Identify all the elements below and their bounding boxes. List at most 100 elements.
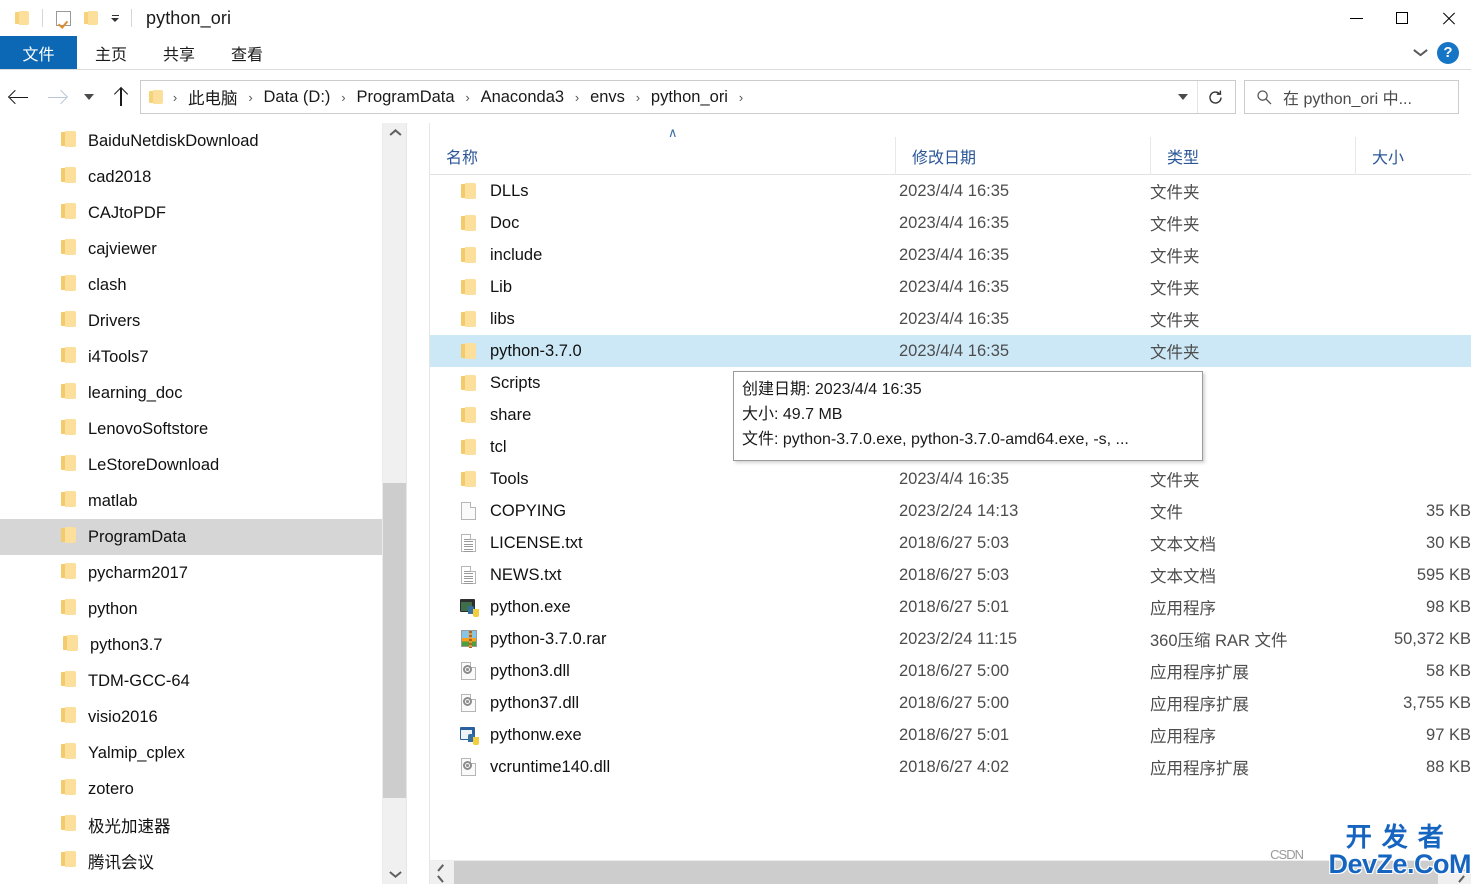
nav-tree-item[interactable]: clash: [0, 267, 406, 303]
nav-scroll-thumb[interactable]: [383, 483, 406, 798]
nav-tree-item[interactable]: Yalmip_cplex: [0, 735, 406, 771]
help-icon[interactable]: ?: [1437, 41, 1459, 64]
file-name: DLLs: [490, 181, 529, 200]
nav-tree-item[interactable]: zotero: [0, 771, 406, 807]
recent-locations-icon[interactable]: [76, 71, 102, 123]
title-bar: python_ori: [0, 0, 1471, 36]
nav-tree-item[interactable]: TDM-GCC-64: [0, 663, 406, 699]
nav-tree-item-label: LeStoreDownload: [88, 455, 220, 474]
breadcrumb-item-python-ori[interactable]: python_ori: [645, 86, 734, 109]
file-name: include: [490, 245, 543, 264]
file-row[interactable]: include 2023/4/4 16:35 文件夹: [430, 239, 1471, 271]
nav-tree-item[interactable]: pycharm2017: [0, 555, 406, 591]
breadcrumb-dropdown-icon[interactable]: [1169, 81, 1197, 113]
file-row[interactable]: COPYING 2023/2/24 14:13 文件 35 KB: [430, 495, 1471, 527]
file-row[interactable]: libs 2023/4/4 16:35 文件夹: [430, 303, 1471, 335]
dll-icon: [460, 758, 478, 776]
column-header-name[interactable]: 名称: [430, 137, 895, 175]
pane-divider[interactable]: [406, 123, 407, 884]
search-input[interactable]: 在 python_ori 中...: [1283, 85, 1412, 109]
nav-tree-item[interactable]: BaiduNetdiskDownload: [0, 123, 406, 159]
nav-tree-item[interactable]: CAJtoPDF: [0, 195, 406, 231]
column-header-size[interactable]: 大小: [1355, 136, 1471, 175]
nav-tree-item[interactable]: i4Tools7: [0, 339, 406, 375]
file-row[interactable]: python37.dll 2018/6/27 5:00 应用程序扩展 3,755 KB: [430, 687, 1471, 719]
file-name-cell: python-3.7.0.rar: [430, 630, 895, 649]
nav-tree-item[interactable]: 极光加速器: [0, 807, 406, 843]
file-row[interactable]: python.exe 2018/6/27 5:01 应用程序 98 KB: [430, 591, 1471, 623]
file-name-cell: include: [430, 246, 895, 265]
nav-tree-item[interactable]: Drivers: [0, 303, 406, 339]
file-row[interactable]: LICENSE.txt 2018/6/27 5:03 文本文档 30 KB: [430, 527, 1471, 559]
navigation-tree: BaiduNetdiskDownload cad2018 CAJtoPDF cajvi…: [0, 123, 406, 879]
up-button[interactable]: [102, 71, 140, 123]
breadcrumb-item-this-pc[interactable]: 此电脑: [182, 83, 244, 111]
breadcrumb-item-data-d[interactable]: Data (D:): [258, 86, 337, 109]
nav-tree-item[interactable]: visio2016: [0, 699, 406, 735]
breadcrumb-item-envs[interactable]: envs: [584, 86, 631, 109]
nav-tree-item-label: BaiduNetdiskDownload: [88, 131, 259, 150]
nav-tree-item[interactable]: cad2018: [0, 159, 406, 195]
tab-file[interactable]: 文件: [0, 36, 77, 69]
new-folder-icon[interactable]: [77, 3, 105, 33]
nav-tree-item[interactable]: python3.7: [0, 627, 406, 663]
minimize-button[interactable]: [1333, 0, 1379, 36]
column-header-date[interactable]: 修改日期: [895, 136, 1150, 175]
nav-tree-item[interactable]: ProgramData: [0, 519, 406, 555]
nav-tree-item[interactable]: python: [0, 591, 406, 627]
nav-tree-item-label: 极光加速器: [88, 818, 171, 836]
file-row[interactable]: Lib 2023/4/4 16:35 文件夹: [430, 271, 1471, 303]
nav-tree-item-label: python3.7: [90, 635, 163, 654]
chevron-down-icon[interactable]: [1414, 49, 1427, 57]
close-button[interactable]: [1425, 0, 1471, 36]
quick-access-folder-icon[interactable]: [8, 3, 36, 33]
properties-checkbox-icon[interactable]: [49, 3, 77, 33]
file-row[interactable]: pythonw.exe 2018/6/27 5:01 应用程序 97 KB: [430, 719, 1471, 751]
file-name: NEWS.txt: [490, 565, 562, 584]
breadcrumb-bar[interactable]: › 此电脑 › Data (D:) › ProgramData › Anacon…: [140, 80, 1236, 114]
nav-tree-item[interactable]: LeStoreDownload: [0, 447, 406, 483]
search-box[interactable]: 在 python_ori 中...: [1244, 80, 1459, 114]
file-name: vcruntime140.dll: [490, 757, 611, 776]
file-row[interactable]: python-3.7.0.rar 2023/2/24 11:15 360压缩 RAR…: [430, 623, 1471, 655]
back-button[interactable]: [0, 71, 38, 123]
folder-icon: [60, 526, 78, 549]
nav-tree-item[interactable]: 腾讯会议: [0, 843, 406, 879]
folder-icon: [60, 130, 78, 153]
horizontal-scrollbar[interactable]: [430, 860, 1471, 884]
column-header-type[interactable]: 类型: [1150, 136, 1355, 175]
window-controls: [1333, 0, 1471, 36]
refresh-icon[interactable]: [1197, 81, 1233, 113]
tab-home[interactable]: 主页: [77, 36, 145, 69]
breadcrumb-item-anaconda3[interactable]: Anaconda3: [475, 86, 571, 109]
file-row[interactable]: Tools 2023/4/4 16:35 文件夹: [430, 463, 1471, 495]
file-name-cell: python3.dll: [430, 662, 895, 681]
file-name-cell: LICENSE.txt: [430, 534, 895, 553]
hscroll-right-icon[interactable]: [1447, 861, 1471, 884]
forward-button[interactable]: [38, 71, 76, 123]
quick-access-dropdown-icon[interactable]: [105, 3, 125, 33]
file-row[interactable]: NEWS.txt 2018/6/27 5:03 文本文档 595 KB: [430, 559, 1471, 591]
tab-view[interactable]: 查看: [213, 36, 281, 69]
file-row[interactable]: vcruntime140.dll 2018/6/27 4:02 应用程序扩展 88 K…: [430, 751, 1471, 783]
file-type: 应用程序: [1150, 728, 1216, 746]
tab-share[interactable]: 共享: [145, 36, 213, 69]
nav-tree-item[interactable]: LenovoSoftstore: [0, 411, 406, 447]
nav-scroll-up-icon[interactable]: [383, 123, 406, 147]
file-date-modified: 2018/6/27 5:00: [899, 661, 1010, 680]
nav-scrollbar[interactable]: [382, 123, 406, 884]
nav-tree-item[interactable]: matlab: [0, 483, 406, 519]
file-date-modified: 2018/6/27 5:01: [899, 725, 1010, 744]
breadcrumb-item-programdata[interactable]: ProgramData: [350, 86, 460, 109]
hscroll-thumb[interactable]: [454, 861, 1438, 884]
file-row[interactable]: python3.dll 2018/6/27 5:00 应用程序扩展 58 KB: [430, 655, 1471, 687]
maximize-button[interactable]: [1379, 0, 1425, 36]
nav-tree-item-label: cad2018: [88, 167, 152, 186]
nav-tree-item[interactable]: cajviewer: [0, 231, 406, 267]
nav-scroll-down-icon[interactable]: [383, 860, 406, 884]
file-row[interactable]: python-3.7.0 2023/4/4 16:35 文件夹: [430, 335, 1471, 367]
file-row[interactable]: Doc 2023/4/4 16:35 文件夹: [430, 207, 1471, 239]
file-row[interactable]: DLLs 2023/4/4 16:35 文件夹: [430, 175, 1471, 207]
nav-tree-item[interactable]: learning_doc: [0, 375, 406, 411]
hscroll-left-icon[interactable]: [430, 861, 454, 884]
